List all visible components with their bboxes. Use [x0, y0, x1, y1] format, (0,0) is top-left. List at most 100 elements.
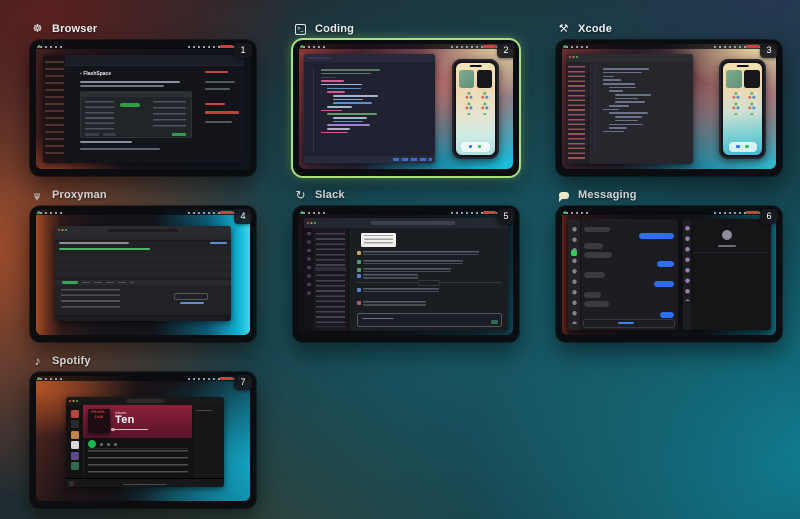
green-button [120, 103, 140, 107]
spotify-right-panel [192, 405, 225, 479]
album-title: Ten [115, 414, 135, 426]
project-navigator [566, 62, 588, 164]
album-art: PEARL JAM [88, 409, 110, 433]
detail-tabs [55, 279, 231, 286]
workspace-header-slack: Slack [294, 187, 519, 203]
workspace-header-browser: Browser [31, 21, 256, 37]
map-widget [726, 70, 742, 87]
desktop-preview-messaging [562, 210, 776, 335]
code-snippet-preview [361, 233, 396, 248]
workspace-thumbnail-proxyman[interactable]: 4 [30, 206, 256, 342]
proxyman-logo-icon [31, 189, 44, 202]
workspace-switcher-overlay: Browser 1 FlashSpace [30, 21, 782, 508]
workspace-card-xcode: Xcode 3 [556, 21, 782, 176]
workspace-header-messaging: Messaging [557, 187, 782, 203]
browser-toolbar [65, 55, 243, 66]
proxyman-window [55, 226, 231, 321]
menu-bar [562, 210, 776, 215]
spotify-window: PEARL JAM Album Ten [66, 397, 224, 487]
iphone-simulator [719, 59, 766, 159]
dock [461, 142, 489, 152]
dark-widget [477, 70, 493, 87]
terminal-icon [294, 23, 307, 36]
workspace-card-spotify: Spotify 7 PEARL JAM Album Ten [30, 353, 256, 508]
workspace-header-proxyman: Proxyman [31, 187, 256, 203]
workspace-number-badge: 5 [497, 209, 515, 224]
workspace-number-badge: 1 [234, 43, 252, 58]
conversation-list [568, 219, 581, 330]
contact-avatar-rail [683, 219, 692, 330]
code-editor-window [304, 54, 435, 163]
selected-conversation [571, 250, 577, 256]
code-lines [313, 67, 429, 153]
spotify-library-sidebar [66, 405, 84, 479]
hammer-icon [557, 23, 570, 36]
desktop-preview-coding [299, 44, 513, 169]
workspace-header-coding: Coding [294, 21, 519, 37]
workspace-label-browser: Browser [52, 23, 97, 35]
workspace-thumbnail-messaging[interactable]: 6 [556, 206, 782, 342]
workspace-card-browser: Browser 1 FlashSpace [30, 21, 256, 176]
imessage-input [583, 319, 676, 328]
workspace-header-xcode: Xcode [557, 21, 782, 37]
message-input [357, 313, 501, 326]
player-bar [66, 478, 224, 487]
workspace-number-badge: 4 [234, 209, 252, 224]
workspace-card-coding: Coding 2 [293, 21, 519, 176]
contact-window [683, 219, 771, 330]
desktop-preview-xcode [562, 44, 776, 169]
outlined-button [174, 293, 208, 301]
workspace-label-messaging: Messaging [578, 189, 637, 201]
album-view: PEARL JAM Album Ten [83, 405, 192, 479]
page-title: FlashSpace [80, 71, 112, 77]
workspace-thumbnail-coding[interactable]: 2 [293, 40, 519, 176]
workspace-label-slack: Slack [315, 189, 345, 201]
workspace-number-badge: 3 [760, 43, 778, 58]
spotify-search-bar [66, 397, 224, 405]
desktop-preview-browser: FlashSpace [36, 44, 250, 169]
compass-icon [31, 23, 44, 36]
xcode-window [566, 54, 692, 164]
workspace-card-proxyman: Proxyman 4 [30, 187, 256, 342]
menu-bar [36, 44, 250, 49]
menu-bar [36, 210, 250, 215]
slack-search-bar [304, 218, 507, 228]
track-list [88, 450, 189, 477]
request-details [61, 289, 121, 310]
app-icon-grid [726, 92, 759, 116]
dark-widget [744, 70, 760, 87]
messages-window [568, 219, 677, 330]
workspace-label-proxyman: Proxyman [52, 189, 107, 201]
menu-bar [299, 44, 513, 49]
desktop-preview-spotify: PEARL JAM Album Ten [36, 376, 250, 501]
workspace-number-badge: 7 [234, 375, 252, 390]
map-widget [459, 70, 475, 87]
channel-sidebar [313, 228, 349, 330]
code-lines [595, 66, 687, 154]
menu-bar [562, 44, 776, 49]
workspace-rail [304, 228, 313, 330]
slack-window [304, 218, 507, 331]
chat-bubble-icon [557, 189, 570, 202]
workspace-number-badge: 2 [497, 43, 515, 58]
browser-window: FlashSpace [43, 55, 243, 163]
workspace-label-spotify: Spotify [52, 355, 91, 367]
music-note-icon [31, 355, 44, 368]
workspace-thumbnail-xcode[interactable]: 3 [556, 40, 782, 176]
desktop-preview-slack [299, 210, 513, 335]
workspace-thumbnail-browser[interactable]: 1 FlashSpace [30, 40, 256, 176]
browser-sidebar [43, 55, 65, 163]
workspace-header-spotify: Spotify [31, 353, 256, 369]
request-table [55, 252, 231, 277]
embedded-app-screenshot [80, 91, 192, 138]
menu-bar [299, 210, 513, 215]
iphone-simulator [452, 59, 499, 159]
artist-line [115, 429, 148, 431]
workspace-thumbnail-spotify[interactable]: 7 PEARL JAM Album Ten [30, 372, 256, 508]
avatar [722, 230, 732, 240]
circular-arrows-icon [294, 189, 307, 202]
workspace-label-coding: Coding [315, 23, 354, 35]
workspace-thumbnail-slack[interactable]: 5 [293, 206, 519, 342]
workspace-number-badge: 6 [760, 209, 778, 224]
app-icon-grid [459, 92, 492, 116]
